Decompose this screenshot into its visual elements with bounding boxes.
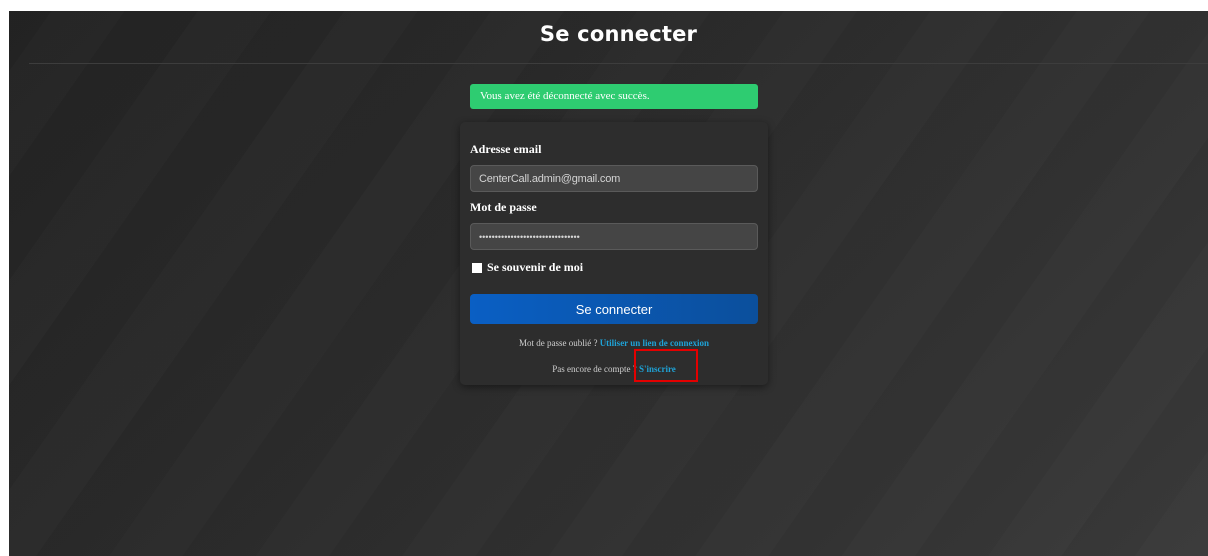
email-field[interactable] (470, 165, 758, 192)
forgot-password-text: Mot de passe oublié ? (518, 338, 598, 348)
login-button[interactable]: Se connecter (470, 294, 758, 324)
signup-link[interactable]: S'inscrire (639, 364, 676, 374)
email-label: Adresse email (470, 142, 542, 156)
remember-label: Se souvenir de moi (487, 260, 584, 274)
password-field[interactable] (470, 223, 758, 250)
success-alert: Vous avez été déconnecté avec succès. (470, 84, 758, 109)
signup-line: Pas encore de compte ? S'inscrire (460, 364, 768, 374)
remember-checkbox[interactable] (472, 262, 482, 273)
remember-me[interactable]: Se souvenir de moi (472, 260, 583, 275)
login-card: Adresse email Mot de passe Se souvenir d… (460, 122, 768, 385)
login-page: Se connecter Vous avez été déconnecté av… (9, 11, 1208, 556)
forgot-password-line: Mot de passe oublié ? Utiliser un lien d… (460, 338, 768, 348)
page-header: Se connecter (29, 11, 1208, 64)
page-title: Se connecter (539, 22, 698, 46)
magic-link-login-link[interactable]: Utiliser un lien de connexion (600, 338, 709, 348)
signup-text: Pas encore de compte ? (552, 364, 637, 374)
password-label: Mot de passe (470, 200, 537, 214)
